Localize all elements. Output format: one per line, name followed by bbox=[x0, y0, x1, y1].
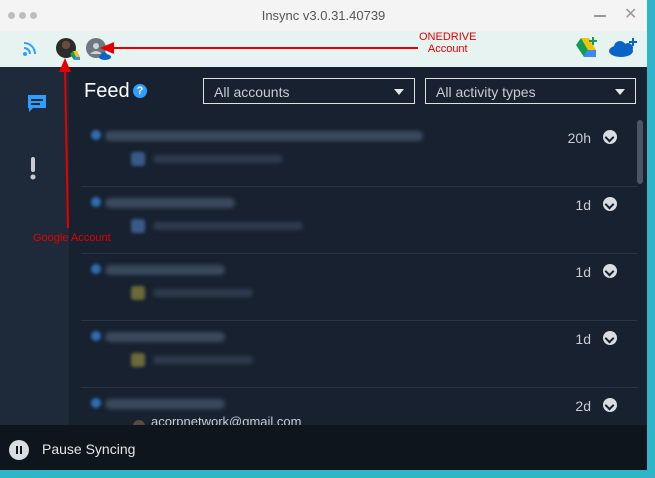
wifi-icon bbox=[23, 42, 36, 56]
item-time: 1d bbox=[575, 197, 591, 213]
feed-icon[interactable] bbox=[27, 94, 47, 114]
google-drive-badge-icon bbox=[70, 51, 80, 60]
activity-types-select[interactable]: All activity types bbox=[425, 78, 636, 104]
google-annotation: Google Account bbox=[33, 232, 111, 244]
onedrive-account-avatar[interactable] bbox=[86, 38, 111, 60]
blurred-text bbox=[153, 222, 303, 230]
file-icon bbox=[91, 331, 101, 341]
item-time: 2d bbox=[575, 398, 591, 414]
minimize-icon[interactable] bbox=[594, 15, 606, 17]
close-icon[interactable]: ✕ bbox=[624, 7, 637, 23]
onedrive-annotation-line2: Account bbox=[427, 43, 468, 55]
sidebar bbox=[0, 67, 69, 425]
activity-select-value: All activity types bbox=[436, 84, 536, 100]
blurred-text bbox=[153, 155, 283, 163]
feed-item[interactable]: 1d bbox=[81, 254, 637, 321]
blurred-text bbox=[105, 198, 235, 208]
window-title: Insync v3.0.31.40739 bbox=[261, 8, 386, 23]
blurred-text bbox=[153, 289, 253, 297]
title-bar: Insync v3.0.31.40739 ✕ bbox=[0, 0, 647, 32]
account-email: acorpnetwork@gmail.com bbox=[151, 414, 302, 425]
blurred-text bbox=[105, 332, 225, 342]
feed-item[interactable]: 20h bbox=[81, 120, 637, 187]
google-account-avatar[interactable] bbox=[56, 38, 80, 60]
pause-syncing-button[interactable]: Pause Syncing bbox=[42, 441, 135, 457]
thumbnail bbox=[131, 286, 145, 300]
feed-item[interactable]: 1d bbox=[81, 321, 637, 388]
blurred-text bbox=[105, 131, 423, 141]
chevron-down-icon[interactable] bbox=[603, 264, 617, 278]
page-title: Feed bbox=[84, 80, 130, 102]
chevron-down-icon[interactable] bbox=[603, 130, 617, 144]
item-time: 20h bbox=[567, 130, 591, 146]
feed-item[interactable]: 1d bbox=[81, 187, 637, 254]
file-icon bbox=[91, 197, 101, 207]
thumbnail bbox=[131, 353, 145, 367]
file-icon bbox=[91, 264, 101, 274]
item-time: 1d bbox=[575, 331, 591, 347]
google-drive-icon[interactable] bbox=[574, 36, 600, 60]
thumbnail bbox=[131, 219, 145, 233]
alert-icon[interactable] bbox=[29, 157, 37, 181]
help-icon[interactable]: ? bbox=[133, 84, 147, 98]
pause-icon[interactable] bbox=[9, 440, 29, 460]
accounts-select[interactable]: All accounts bbox=[203, 78, 415, 104]
chevron-down-icon[interactable] bbox=[603, 197, 617, 211]
onedrive-annotation: ONEDRIVE Account bbox=[419, 31, 476, 55]
item-time: 1d bbox=[575, 264, 591, 280]
blurred-text bbox=[105, 265, 225, 275]
thumbnail bbox=[131, 152, 145, 166]
file-icon bbox=[91, 130, 101, 140]
bottom-bar: Pause Syncing bbox=[0, 425, 647, 470]
file-icon bbox=[91, 398, 101, 408]
feed-list: 20h 1d 1d 1d 2d acorpnetwork@gmail.com bbox=[81, 120, 637, 425]
caret-down-icon bbox=[394, 89, 404, 95]
account-bar bbox=[0, 31, 647, 67]
caret-down-icon bbox=[615, 89, 625, 95]
onedrive-badge-icon bbox=[99, 52, 111, 60]
chevron-down-icon[interactable] bbox=[603, 398, 617, 412]
onedrive-annotation-line1: ONEDRIVE bbox=[419, 31, 477, 43]
scrollbar[interactable] bbox=[637, 120, 643, 184]
chevron-down-icon[interactable] bbox=[603, 331, 617, 345]
accounts-select-value: All accounts bbox=[214, 84, 290, 100]
onedrive-cloud-icon[interactable] bbox=[607, 38, 639, 58]
main-panel: Feed ? All accounts All activity types 2… bbox=[69, 67, 647, 425]
blurred-text bbox=[105, 399, 225, 409]
blurred-text bbox=[153, 356, 253, 364]
